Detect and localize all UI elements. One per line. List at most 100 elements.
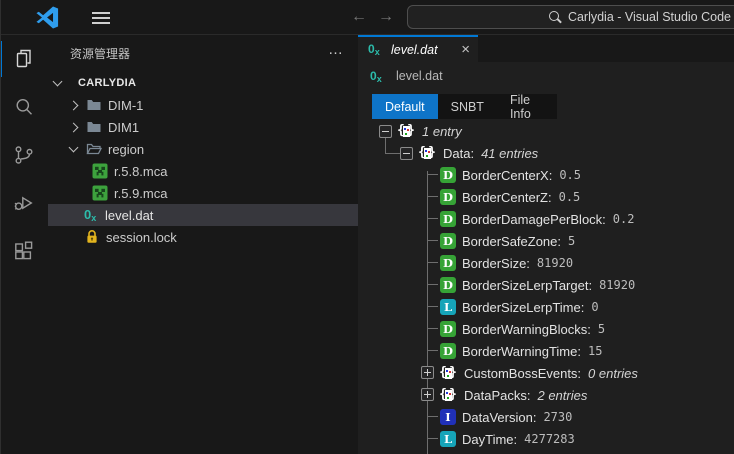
activitybar-extensions[interactable]: [0, 227, 48, 275]
tab-leveldat[interactable]: level.dat: [358, 35, 478, 62]
tree-root-carlydia[interactable]: CARLYDIA: [48, 72, 358, 94]
compound-tag-icon: [440, 387, 456, 403]
tree-line: [421, 362, 438, 384]
more-actions-icon[interactable]: [328, 45, 344, 62]
chevron-right-icon: [69, 122, 79, 132]
tree-item-dim-1[interactable]: DIM-1: [48, 94, 358, 116]
sidebar-header: 资源管理器: [48, 35, 358, 72]
compound-tag-icon: [398, 123, 414, 139]
tree-line: [421, 406, 438, 428]
expand-icon[interactable]: [421, 366, 434, 379]
double-tag-icon: D: [440, 343, 456, 359]
nbt-file-icon: [368, 42, 385, 57]
nav-back-icon[interactable]: [349, 5, 369, 29]
tree-item-leveldat[interactable]: level.dat: [48, 204, 358, 226]
long-tag-icon: L: [440, 299, 456, 315]
nbt-row-custombossevents[interactable]: CustomBossEvents: 0 entries: [358, 362, 734, 384]
nbt-row[interactable]: D BorderSizeLerpTarget: 81920: [358, 274, 734, 296]
nav-forward-icon[interactable]: [376, 5, 396, 29]
tree-line: [421, 428, 438, 450]
tree-line: [421, 164, 438, 186]
tree-line: [421, 230, 438, 252]
tree-line: [421, 186, 438, 208]
nbt-row[interactable]: D BorderWarningTime: 15: [358, 340, 734, 362]
breadcrumb[interactable]: level.dat: [358, 62, 734, 90]
tree-item-r59mca[interactable]: r.5.9.mca: [48, 182, 358, 204]
nbt-tree: 1 entry Data: 41 entries D BorderCenterX…: [358, 120, 734, 454]
chevron-down-icon: [53, 77, 63, 87]
nbt-row[interactable]: D BorderWarningBlocks: 5: [358, 318, 734, 340]
nbt-file-icon: [84, 207, 101, 223]
tab-snbt[interactable]: SNBT: [438, 94, 497, 119]
lock-file-icon: [84, 229, 100, 245]
compound-tag-icon: [440, 365, 456, 381]
vscode-logo-icon: [36, 6, 59, 29]
compound-tag-icon: [419, 145, 435, 161]
nbt-row-datapacks[interactable]: DataPacks: 2 entries: [358, 384, 734, 406]
vscode-window: { "titlebar": { "window_title": "Carlydi…: [0, 0, 734, 454]
tab-default[interactable]: Default: [372, 94, 438, 119]
nbt-row[interactable]: I DataVersion: 2730: [358, 406, 734, 428]
view-tabs: Default SNBT File Info: [372, 94, 557, 119]
double-tag-icon: D: [440, 277, 456, 293]
tree-line: [421, 274, 438, 296]
activity-bar: [0, 35, 48, 454]
source-control-icon: [12, 143, 36, 167]
debug-icon: [12, 191, 36, 215]
double-tag-icon: D: [440, 189, 456, 205]
chevron-right-icon: [69, 100, 79, 110]
nbt-row[interactable]: L DayTime: 4277283: [358, 428, 734, 450]
nbt-row-root[interactable]: 1 entry: [358, 120, 734, 142]
close-icon[interactable]: [461, 43, 470, 57]
editor-area: level.dat level.dat Default SNBT File In…: [358, 35, 734, 454]
tree-item-sessionlock[interactable]: session.lock: [48, 226, 358, 248]
double-tag-icon: D: [440, 211, 456, 227]
tree-item-region[interactable]: region: [48, 138, 358, 160]
menu-hamburger-icon[interactable]: [92, 9, 112, 25]
nbt-row[interactable]: D BorderCenterX: 0.5: [358, 164, 734, 186]
expand-icon[interactable]: [421, 388, 434, 401]
editor-tab-bar: level.dat: [358, 35, 734, 62]
double-tag-icon: D: [440, 321, 456, 337]
activitybar-explorer[interactable]: [0, 35, 48, 83]
window-title-text: Carlydia - Visual Studio Code: [568, 10, 731, 24]
search-icon: [548, 10, 562, 24]
extensions-icon: [12, 239, 36, 263]
activitybar-run-debug[interactable]: [0, 179, 48, 227]
nbt-row[interactable]: D BorderCenterZ: 0.5: [358, 186, 734, 208]
nbt-row-data[interactable]: Data: 41 entries: [358, 142, 734, 164]
nbt-row[interactable]: D BorderSize: 81920: [358, 252, 734, 274]
double-tag-icon: D: [440, 167, 456, 183]
tree-line: [421, 340, 438, 362]
tree-item-dim1[interactable]: DIM1: [48, 116, 358, 138]
command-center-search[interactable]: Carlydia - Visual Studio Code: [407, 5, 734, 29]
creeper-file-icon: [92, 185, 108, 201]
tree-line: [421, 252, 438, 274]
chevron-down-icon: [69, 143, 79, 153]
double-tag-icon: D: [440, 255, 456, 271]
collapse-icon[interactable]: [379, 125, 392, 138]
long-tag-icon: L: [440, 431, 456, 447]
creeper-file-icon: [92, 163, 108, 179]
tree-line: [421, 296, 438, 318]
tree-line: [421, 384, 438, 406]
search-icon: [12, 95, 36, 119]
collapse-icon[interactable]: [400, 147, 413, 160]
folder-closed-icon: [86, 97, 102, 113]
nbt-row[interactable]: D BorderSafeZone: 5: [358, 230, 734, 252]
nbt-row[interactable]: L BorderSizeLerpTime: 0: [358, 296, 734, 318]
folder-open-icon: [86, 141, 102, 157]
double-tag-icon: D: [440, 233, 456, 249]
title-bar: Carlydia - Visual Studio Code: [0, 0, 734, 35]
tree-line: [421, 208, 438, 230]
nbt-file-icon: [370, 69, 387, 84]
activitybar-source-control[interactable]: [0, 131, 48, 179]
activitybar-search[interactable]: [0, 83, 48, 131]
tree-line: [421, 318, 438, 340]
tree-item-r58mca[interactable]: r.5.8.mca: [48, 160, 358, 182]
explorer-sidebar: 资源管理器 CARLYDIA DIM-1 DIM1 region: [48, 35, 358, 454]
sidebar-title: 资源管理器: [70, 45, 328, 62]
folder-closed-icon: [86, 119, 102, 135]
nbt-row[interactable]: D BorderDamagePerBlock: 0.2: [358, 208, 734, 230]
tab-file-info[interactable]: File Info: [497, 94, 557, 119]
